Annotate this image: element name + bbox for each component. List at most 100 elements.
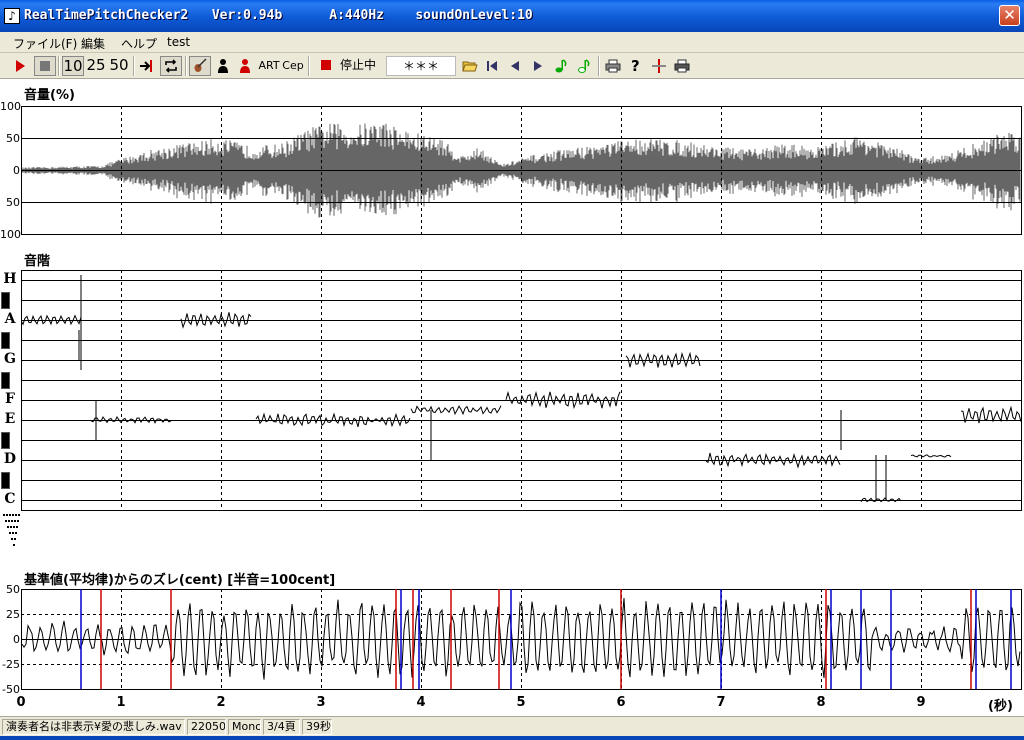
octave-dot [15,532,17,534]
time-tick: 1 [116,695,126,710]
toolbar-separator [58,56,60,76]
octave-dot [12,514,14,516]
cent-tick: -25 [2,658,20,671]
toolbar-separator [185,56,187,76]
person-icon [218,59,228,73]
print-button[interactable] [603,56,623,76]
art-button[interactable]: ART [258,56,280,76]
menu-test[interactable]: test [167,35,190,49]
octave-dot [10,526,12,528]
note-label-g: G [4,351,16,367]
octave-dot [13,526,15,528]
time-unit-label: (秒) [988,699,1013,714]
violin-icon [194,58,207,72]
octave-dot [5,520,7,522]
violin-button[interactable] [189,56,211,76]
play-button[interactable] [10,56,30,76]
window-title: RealTimePitchChecker2 Ver:0.94b A:440Hz … [24,8,533,23]
time-tick: 3 [316,695,326,710]
octave-dot [18,514,20,516]
print-preview-button[interactable] [672,56,692,76]
content-area: 音量(%) 100 50 0 50 100 音階 H A G F E D C 基… [0,79,1024,716]
note-label-a: A [4,311,16,327]
menu-help[interactable]: ヘルプ [121,35,157,52]
zoom-50-button[interactable]: 50 [108,56,130,76]
note-outline-button[interactable] [574,56,594,76]
jump-end-button[interactable] [137,56,157,76]
zoom-25-button[interactable]: 25 [85,56,107,76]
black-key [1,332,10,349]
octave-dot [12,532,14,534]
volume-waveform-chart[interactable] [21,106,1024,236]
black-key [1,432,10,449]
printer-icon [674,59,690,73]
octave-dot [11,538,13,540]
loop-button[interactable] [160,56,182,76]
menu-file[interactable]: ファイル(F) [13,35,77,52]
note-label-c: C [4,491,16,507]
record-stop-indicator[interactable] [318,56,334,76]
octave-dot [8,520,10,522]
cep-button[interactable]: Cep [282,56,304,76]
first-page-button[interactable] [482,56,502,76]
octave-dot [15,514,17,516]
app-icon[interactable]: ♪ [4,8,20,24]
time-tick: 5 [516,695,526,710]
svg-text:?: ? [631,57,640,73]
menu-bar: ファイル(F) 編集 ヘルプ test [0,32,1024,53]
octave-dot [9,514,11,516]
status-sample-rate: 22050 [187,719,226,735]
menu-edit[interactable]: 編集 [81,35,105,52]
octave-dot [14,538,16,540]
help-button[interactable]: ? [626,56,646,76]
note-label-d: D [3,451,17,467]
volume-tick: 100 [0,100,21,113]
music-note-outline-icon [578,59,590,73]
time-tick: 0 [16,695,26,710]
volume-tick: 0 [13,164,20,177]
note-green-button[interactable] [551,56,571,76]
octave-dot [13,544,15,546]
time-tick: 9 [916,695,926,710]
cent-tick: 25 [6,608,20,621]
zoom-10-button[interactable]: 10 [62,56,84,76]
status-channels: Mono [228,719,261,735]
next-icon [534,61,542,71]
status-file-name: 演奏者名は非表示¥愛の悲しみ.wav [2,719,185,735]
question-icon: ? [631,57,640,75]
black-key [1,372,10,389]
status-bar: 演奏者名は非表示¥愛の悲しみ.wav 22050 Mono 3/4頁 39秒 [0,716,1024,736]
cent-tick: 50 [6,583,20,596]
octave-dot [14,520,16,522]
player-button[interactable] [213,56,233,76]
printer-icon [605,59,621,73]
person-red-icon [240,59,250,73]
black-key [1,472,10,489]
close-button[interactable]: ✕ [999,5,1020,26]
octave-dot [6,514,8,516]
next-page-button[interactable] [528,56,548,76]
prev-icon [511,61,519,71]
music-note-icon [555,59,567,73]
octave-indicator-icon [3,514,20,546]
time-tick: 6 [616,695,626,710]
status-duration: 39秒 [302,719,332,735]
cent-title: 基準値(平均律)からのズレ(cent) [半音=100cent] [24,573,336,588]
octave-dot [11,520,13,522]
stop-red-icon [321,60,331,70]
pitch-scale-chart[interactable] [21,270,1024,512]
time-tick: 2 [216,695,226,710]
singer-button[interactable] [235,56,255,76]
marker-button[interactable] [649,56,669,76]
octave-dot [7,526,9,528]
toolbar-separator [308,56,310,76]
open-file-button[interactable] [460,56,480,76]
black-key [1,292,10,309]
play-icon [16,60,25,72]
cent-deviation-chart[interactable] [21,589,1024,692]
toolbar-separator [133,56,135,76]
octave-dot [17,520,19,522]
crosshair-icon [652,59,666,73]
stop-button[interactable] [34,56,56,76]
prev-page-button[interactable] [505,56,525,76]
